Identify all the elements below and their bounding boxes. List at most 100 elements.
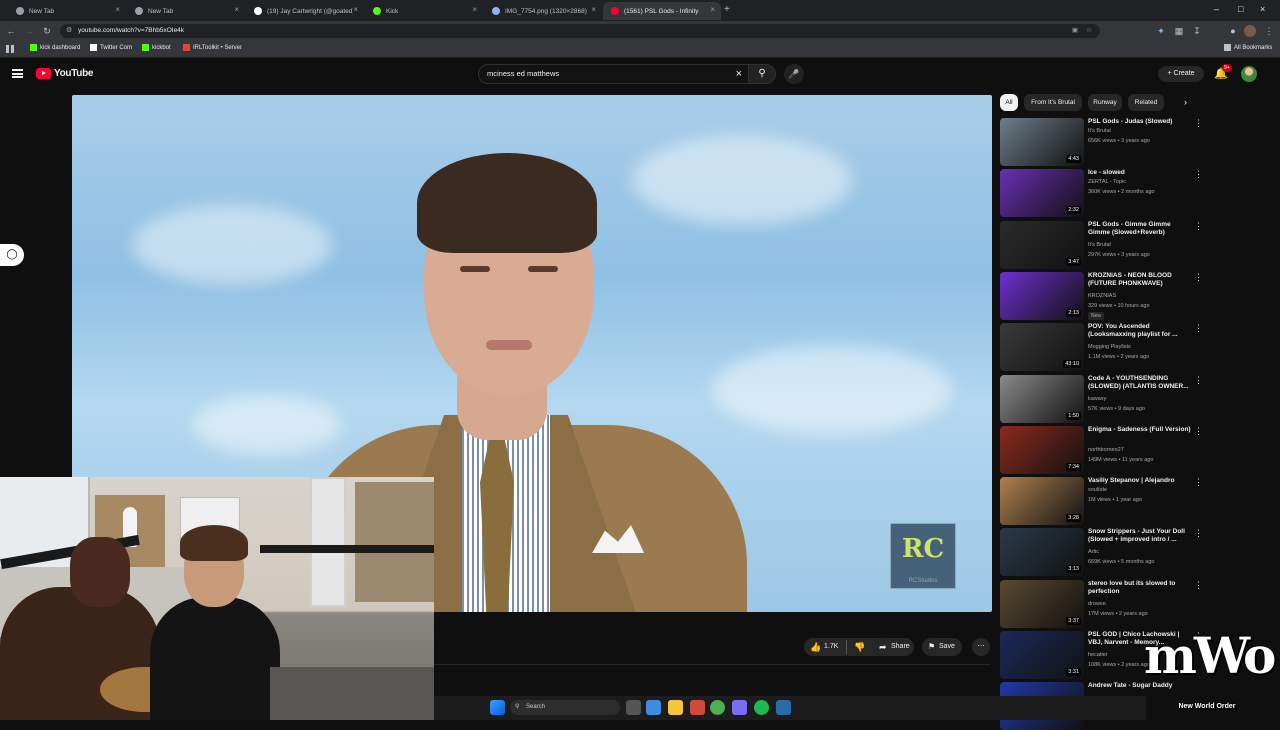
back-icon[interactable]: ← [4, 24, 18, 38]
site-info-icon[interactable]: ⚙ [66, 24, 72, 38]
cast-icon[interactable]: ▣ [1072, 24, 1078, 38]
more-actions-button[interactable]: ⋯ [972, 638, 990, 656]
maximize-window-icon[interactable]: □ [1238, 4, 1243, 14]
recommendation-item[interactable]: 4:43 PSL Gods - Judas (Slowed) It's Brutal… [1000, 118, 1203, 166]
browser-tab[interactable]: New Tab × [127, 2, 245, 20]
address-bar[interactable]: ⚙ youtube.com/watch?v=7Bhb5xOIe4k ▣ ☆ [60, 24, 1100, 38]
recommendation-menu-icon[interactable]: ⋮ [1194, 375, 1203, 384]
bookmark-star-icon[interactable]: ☆ [1086, 24, 1092, 38]
recommendation-item[interactable]: 2:32 Ice - slowed ZERTAL - Topic 360K views… [1000, 169, 1203, 218]
video-thumbnail[interactable]: 2:32 [1000, 169, 1084, 218]
chip-all[interactable]: All [1000, 94, 1018, 111]
chrome-browser-icon[interactable] [710, 700, 725, 715]
close-window-icon[interactable]: × [1260, 4, 1265, 14]
task-view-icon[interactable] [626, 700, 641, 715]
recommendation-channel[interactable]: hecatier [1088, 652, 1108, 658]
file-explorer-icon[interactable] [668, 700, 683, 715]
browser-tab[interactable]: Kick × [365, 2, 483, 20]
video-thumbnail[interactable]: 3:47 [1000, 220, 1084, 269]
taskbar-search[interactable]: ⚲ Search [510, 700, 620, 715]
apps-grid-icon[interactable] [6, 45, 14, 53]
downloads-icon[interactable]: ↧ [1190, 24, 1204, 38]
recommendation-menu-icon[interactable]: ⋮ [1194, 119, 1203, 128]
tab-close-icon[interactable]: × [472, 5, 477, 14]
video-thumbnail[interactable]: 2:13 [1000, 271, 1084, 320]
browser-menu-icon[interactable]: ⋮ [1262, 24, 1276, 38]
side-panel-toggle-icon[interactable]: ◯ [0, 244, 24, 266]
create-button[interactable]: + Create [1158, 66, 1204, 82]
save-button[interactable]: ⚑ Save [922, 638, 962, 656]
voice-search-button[interactable]: 🎤 [784, 64, 804, 84]
video-thumbnail[interactable]: 3:28 [1000, 477, 1084, 526]
recommendation-item[interactable]: 3:13 Snow Strippers - Just Your Doll (Slo… [1000, 528, 1203, 577]
thumbs-up-icon[interactable]: 👍 [810, 638, 821, 656]
recommendation-item[interactable]: 2:13 KROZNIAS - NEON BLOOD (FUTURE PHONKW… [1000, 271, 1203, 320]
bookmark-item[interactable]: IRLToolkit • Server [183, 44, 242, 51]
spotify-icon[interactable] [754, 700, 769, 715]
share-button[interactable]: ➦ Share [874, 638, 914, 656]
chip-runway[interactable]: Runway [1088, 94, 1122, 111]
recommendation-title[interactable]: PSL Gods - Judas (Slowed) [1088, 118, 1192, 126]
recommendation-channel[interactable]: ZERTAL - Topic [1088, 179, 1126, 185]
recommendation-channel[interactable]: northborneo27 [1088, 447, 1124, 453]
recommendation-channel[interactable]: Artic [1088, 549, 1099, 555]
recommendation-title[interactable]: Enigma - Sadeness (Full Version) [1088, 426, 1192, 434]
extension-icon[interactable]: ✦ [1154, 24, 1168, 38]
recommendation-title[interactable]: Code A - YOUTHSENDING (SLOWED) (ATLANTIS… [1088, 375, 1192, 391]
recommendation-menu-icon[interactable]: ⋮ [1194, 529, 1203, 538]
tab-close-icon[interactable]: × [710, 5, 715, 14]
tab-close-icon[interactable]: × [353, 5, 358, 14]
tab-close-icon[interactable]: × [234, 5, 239, 14]
recommendation-title[interactable]: KROZNIAS - NEON BLOOD (FUTURE PHONKWAVE) [1088, 272, 1192, 288]
like-count[interactable]: 1.7K [824, 638, 838, 656]
recommendation-channel[interactable]: It's Brutal [1088, 242, 1111, 248]
recommendation-menu-icon[interactable]: ⋮ [1194, 170, 1203, 179]
chip-related[interactable]: Related [1128, 94, 1164, 111]
windows-start-icon[interactable] [490, 700, 505, 715]
recommendation-channel[interactable]: Mogging Playlists [1088, 344, 1131, 350]
tab-close-icon[interactable]: × [591, 5, 596, 14]
recommendation-menu-icon[interactable]: ⋮ [1194, 478, 1203, 487]
video-thumbnail[interactable]: 3:37 [1000, 579, 1084, 628]
extensions-puzzle-icon[interactable]: ▦ [1172, 24, 1186, 38]
bookmark-item[interactable]: kickbot [142, 44, 171, 51]
forward-icon[interactable]: → [22, 24, 36, 38]
thumbs-down-icon[interactable]: 👎 [854, 638, 865, 656]
recommendation-menu-icon[interactable]: ⋮ [1194, 426, 1203, 435]
recommendation-menu-icon[interactable]: ⋮ [1194, 221, 1203, 230]
steam-icon[interactable] [776, 700, 791, 715]
profile-tab-icon[interactable]: ● [1226, 24, 1240, 38]
video-thumbnail[interactable]: 4:43 [1000, 118, 1084, 166]
app-icon[interactable] [690, 700, 705, 715]
chip-from-its-brutal[interactable]: From It's Brutal [1024, 94, 1082, 111]
recommendation-title[interactable]: PSL Gods - Gimme Gimme Gimme (Slowed+Rev… [1088, 221, 1192, 237]
discord-icon[interactable] [732, 700, 747, 715]
search-button[interactable]: ⚲ [748, 64, 776, 84]
recommendation-item[interactable]: 43:10 POV: You Ascended (Looksmaxxing pla… [1000, 323, 1203, 372]
browser-tab[interactable]: (1561) PSL Gods - Infinity × [603, 2, 721, 20]
browser-tab[interactable]: (19) Jay Cartwright (@goated) × [246, 2, 364, 20]
minimize-window-icon[interactable]: – [1214, 4, 1219, 14]
profile-avatar[interactable] [1244, 25, 1256, 37]
bookmark-item[interactable]: kick dashboard [30, 44, 80, 51]
recommendation-channel[interactable]: KROZNIAS [1088, 293, 1116, 299]
youtube-logo[interactable]: YouTube [36, 68, 94, 79]
chips-next-arrow-icon[interactable]: › [1184, 97, 1187, 107]
video-thumbnail[interactable]: 1:50 [1000, 374, 1084, 423]
recommendation-title[interactable]: Vasiliy Stepanov | Alejandro [1088, 477, 1192, 485]
browser-tab[interactable]: New Tab × [8, 2, 126, 20]
clear-search-icon[interactable]: × [736, 65, 742, 83]
video-thumbnail[interactable]: 43:10 [1000, 323, 1084, 372]
recommendation-channel[interactable]: kawaxy [1088, 396, 1106, 402]
recommendation-title[interactable]: Ice - slowed [1088, 169, 1192, 177]
video-thumbnail[interactable]: 3:13 [1000, 528, 1084, 577]
recommendation-title[interactable]: POV: You Ascended (Looksmaxxing playlist… [1088, 323, 1192, 339]
bookmark-item[interactable]: Twitter Com [90, 44, 132, 51]
video-thumbnail[interactable]: 3:31 [1000, 631, 1084, 679]
recommendation-menu-icon[interactable]: ⋮ [1194, 272, 1203, 281]
recommendation-channel[interactable]: It's Brutal [1088, 128, 1111, 134]
reload-icon[interactable]: ↻ [40, 24, 54, 38]
tab-close-icon[interactable]: × [115, 5, 120, 14]
recommendation-channel[interactable]: drowse. [1088, 601, 1107, 607]
bookmark-item[interactable]: All Bookmarks [1224, 44, 1272, 51]
